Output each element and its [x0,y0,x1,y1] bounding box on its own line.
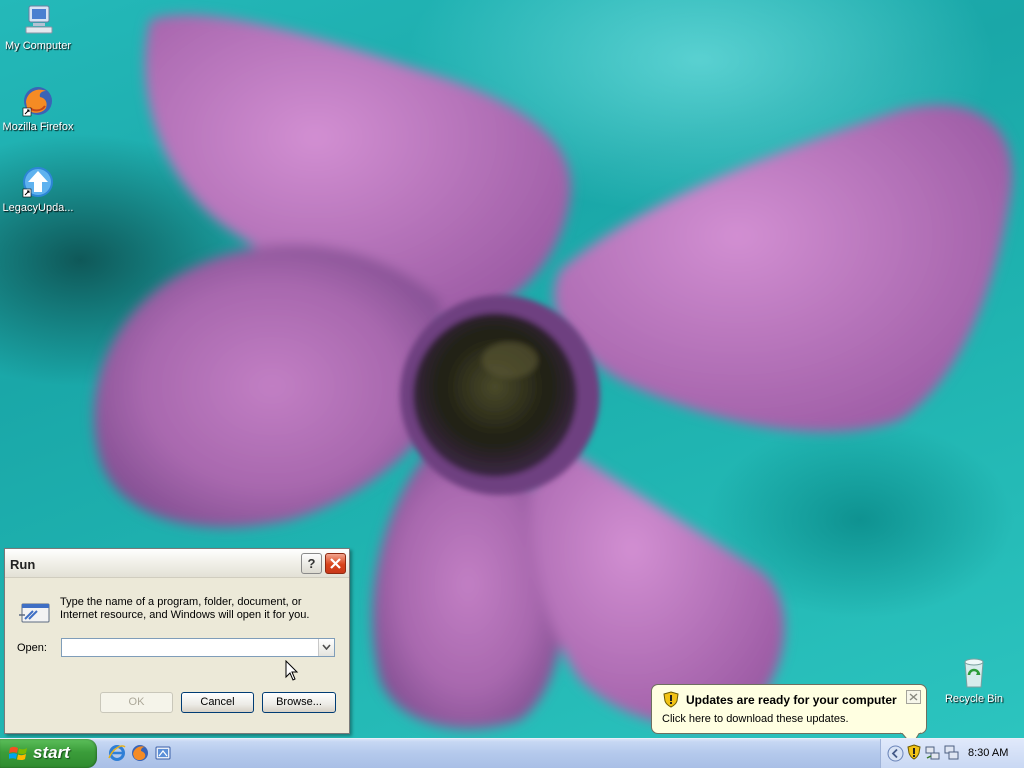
open-combobox[interactable] [61,638,335,657]
desktop-icon-my-computer[interactable]: My Computer [0,3,76,52]
balloon-close-button[interactable] [906,690,921,704]
network-connection-icon[interactable] [943,745,959,761]
firefox-icon [22,87,52,117]
close-icon [909,693,918,701]
show-desktop-icon[interactable] [154,744,172,762]
start-button[interactable]: start [0,739,97,768]
start-label: start [33,743,70,762]
chevron-down-icon [322,644,331,650]
close-button[interactable] [325,553,346,574]
desktop-icon-label: LegacyUpda... [2,202,74,214]
balloon-title: Updates are ready for your computer [686,693,897,707]
run-dialog-prompt: Type the name of a program, folder, docu… [60,596,310,621]
my-computer-icon [25,5,53,34]
help-button[interactable]: ? [301,553,322,574]
close-icon [330,558,341,569]
cancel-button[interactable]: Cancel [181,692,254,713]
desktop-icon-label: Mozilla Firefox [2,121,74,133]
mouse-pointer-icon [285,660,299,681]
desktop-icon-firefox[interactable]: Mozilla Firefox [0,84,76,133]
taskbar: start 8:30 AM [0,738,1024,768]
desktop-icon-recycle-bin[interactable]: Recycle Bin [936,656,1012,705]
firefox-icon[interactable] [131,744,149,762]
run-dialog-titlebar[interactable]: Run ? [5,549,349,578]
desktop-icon-label: Recycle Bin [944,693,1004,705]
balloon-text[interactable]: Click here to download these updates. [662,713,849,725]
system-tray: 8:30 AM [880,739,1024,768]
legacy-update-icon [22,167,53,198]
updates-balloon[interactable]: Updates are ready for your computer Clic… [651,684,927,746]
tray-expand-icon[interactable] [887,745,904,762]
recycle-bin-icon [964,658,984,688]
browse-button[interactable]: Browse... [262,692,336,713]
open-dropdown-button[interactable] [318,639,334,656]
run-dialog: Run ? Type the name of a program, folder… [4,548,350,734]
windows-logo-icon [9,746,27,760]
run-program-icon [19,603,50,623]
open-label: Open: [17,642,47,654]
desktop-icon-label: My Computer [4,40,72,52]
desktop-icon-legacy-update[interactable]: LegacyUpda... [0,165,76,214]
security-shield-icon[interactable] [907,744,921,760]
network-icon[interactable] [925,745,941,761]
run-dialog-title: Run [10,557,36,572]
internet-explorer-icon[interactable] [108,744,126,762]
ok-button[interactable]: OK [100,692,173,713]
security-shield-icon [663,691,679,708]
taskbar-clock[interactable]: 8:30 AM [968,747,1008,759]
